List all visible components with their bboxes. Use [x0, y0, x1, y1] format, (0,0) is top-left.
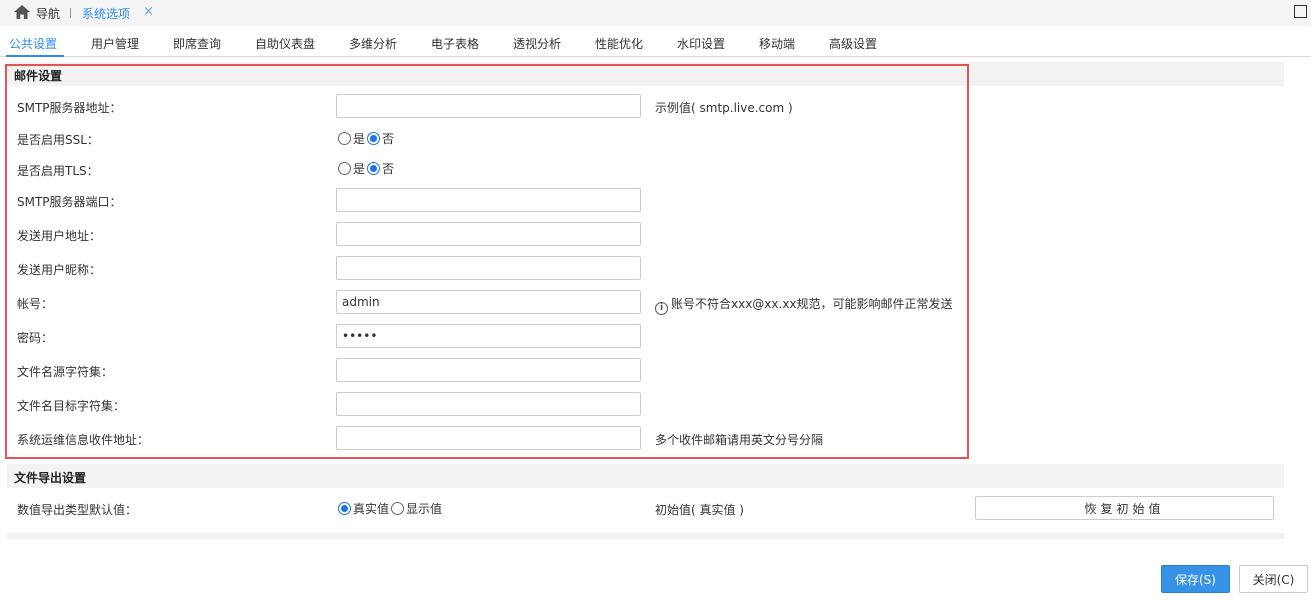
initial-value-text: 初始值( 真实值 ) — [655, 503, 744, 517]
smtp-port-label: SMTP服务器端口： — [17, 195, 122, 209]
close-button[interactable]: 关闭(C) — [1239, 565, 1308, 593]
account-warning: i 账号不符合xxx@xx.xx规范，可能影响邮件正常发送 — [655, 295, 953, 315]
active-tab-indicator — [6, 55, 64, 57]
account-warning-text: 账号不符合xxx@xx.xx规范，可能影响邮件正常发送 — [671, 297, 953, 311]
smtp-server-label: SMTP服务器地址： — [17, 101, 122, 115]
settings-tabs: 公共设置 用户管理 即席查询 自助仪表盘 多维分析 电子表格 透视分析 性能优化… — [0, 30, 1311, 57]
smtp-server-input[interactable] — [336, 94, 641, 118]
ops-recipients-hint: 多个收件邮箱请用英文分号分隔 — [655, 433, 824, 447]
display-value-label[interactable]: 显示值 — [406, 500, 442, 517]
top-bar: 导航 系统选项 × — [0, 0, 1311, 26]
ssl-yes-radio[interactable] — [338, 132, 351, 145]
tls-yes-label[interactable]: 是 — [353, 160, 365, 177]
ssl-yes-label[interactable]: 是 — [353, 130, 365, 147]
tab-pivot-analysis[interactable]: 透视分析 — [513, 35, 561, 52]
tab-public-settings[interactable]: 公共设置 — [9, 35, 57, 52]
filename-target-charset-label: 文件名目标字符集： — [17, 399, 126, 413]
ssl-no-radio[interactable] — [367, 132, 381, 145]
numeric-export-radio-group: 真实值 显示值 — [338, 500, 444, 517]
ssl-label: 是否启用SSL： — [17, 133, 99, 147]
tls-radio-group: 是 否 — [338, 160, 396, 177]
account-label: 帐号： — [17, 297, 54, 311]
ssl-radio-group: 是 否 — [338, 130, 396, 147]
tab-performance[interactable]: 性能优化 — [595, 35, 643, 52]
password-input[interactable] — [336, 324, 641, 348]
display-value-radio[interactable] — [391, 502, 405, 515]
real-value-label[interactable]: 真实值 — [353, 500, 389, 517]
filename-source-charset-label: 文件名源字符集： — [17, 365, 114, 379]
maximize-icon[interactable] — [1294, 5, 1307, 18]
tls-label: 是否启用TLS： — [17, 164, 99, 178]
tab-user-management[interactable]: 用户管理 — [91, 35, 139, 52]
filename-target-charset-input[interactable] — [336, 392, 641, 416]
filename-source-charset-input[interactable] — [336, 358, 641, 382]
nav-label[interactable]: 导航 — [36, 5, 60, 22]
tab-watermark[interactable]: 水印设置 — [677, 35, 725, 52]
reset-default-button[interactable]: 恢复初始值 — [975, 496, 1274, 520]
password-label: 密码： — [17, 331, 54, 345]
tls-no-label[interactable]: 否 — [382, 160, 394, 177]
sender-address-label: 发送用户地址： — [17, 229, 102, 243]
home-icon[interactable] — [14, 5, 30, 19]
sender-address-input[interactable] — [336, 222, 641, 246]
tls-no-radio[interactable] — [367, 162, 381, 175]
tab-system-options[interactable]: 系统选项 — [82, 5, 130, 22]
tab-multidimensional-analysis[interactable]: 多维分析 — [349, 35, 397, 52]
info-icon: i — [655, 302, 668, 315]
account-input[interactable] — [336, 290, 641, 314]
smtp-server-hint: 示例值( smtp.live.com ) — [655, 101, 793, 115]
numeric-export-type-label: 数值导出类型默认值： — [17, 503, 138, 517]
divider — [70, 8, 71, 18]
sender-nickname-label: 发送用户昵称： — [17, 263, 102, 277]
tab-advanced[interactable]: 高级设置 — [829, 35, 877, 52]
tab-mobile[interactable]: 移动端 — [759, 35, 795, 52]
mail-settings-header: 邮件设置 — [7, 62, 1284, 86]
close-icon[interactable]: × — [143, 4, 154, 19]
tls-yes-radio[interactable] — [338, 162, 351, 175]
ops-recipients-input[interactable] — [336, 426, 641, 450]
tab-ad-hoc-query[interactable]: 即席查询 — [173, 35, 221, 52]
tab-spreadsheet[interactable]: 电子表格 — [431, 35, 479, 52]
save-button[interactable]: 保存(S) — [1161, 565, 1230, 593]
tab-self-service-dashboard[interactable]: 自助仪表盘 — [255, 35, 315, 52]
export-settings-header: 文件导出设置 — [7, 464, 1284, 488]
sender-nickname-input[interactable] — [336, 256, 641, 280]
ssl-no-label[interactable]: 否 — [382, 130, 394, 147]
smtp-port-input[interactable] — [336, 188, 641, 212]
section-footer-strip — [7, 533, 1284, 539]
real-value-radio[interactable] — [338, 502, 351, 515]
ops-recipients-label: 系统运维信息收件地址： — [17, 433, 150, 447]
